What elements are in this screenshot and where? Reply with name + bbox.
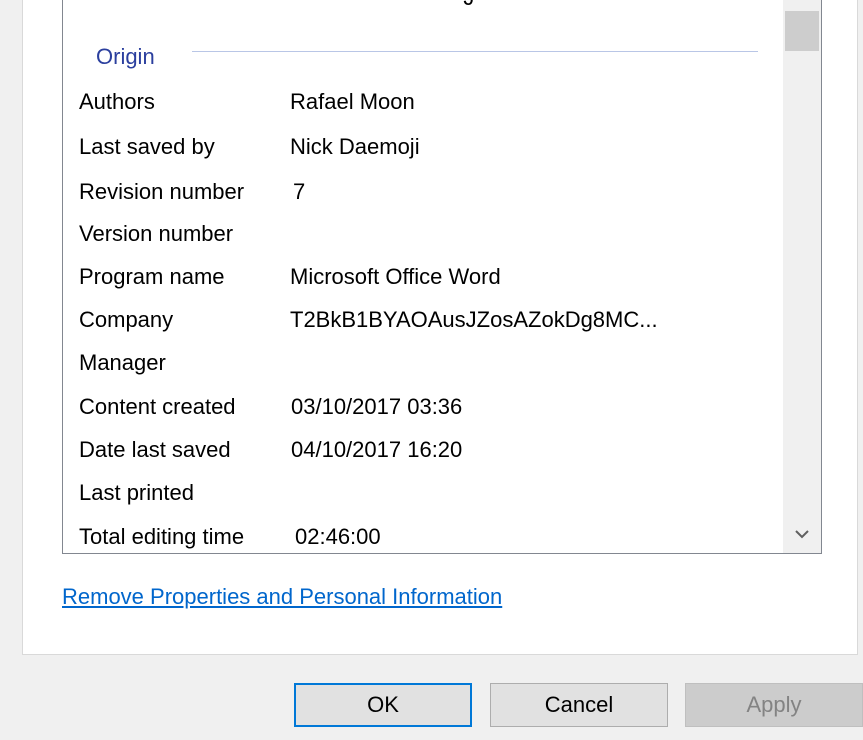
property-name: Version number — [79, 221, 234, 246]
property-row-version-number[interactable]: Version number — [79, 214, 769, 254]
property-value: T2BkB1BYAOAusJZosAZokDg8MC... — [290, 307, 658, 332]
apply-button[interactable]: Apply — [685, 683, 863, 727]
property-name: Revision number — [79, 179, 245, 204]
cancel-button[interactable]: Cancel — [490, 683, 668, 727]
property-value: 04/10/2017 16:20 — [291, 437, 463, 462]
vertical-scrollbar[interactable] — [783, 0, 821, 553]
property-row-revision-number[interactable]: Revision number 7 — [79, 172, 769, 212]
group-divider — [192, 51, 758, 52]
property-value: 02:46:00 — [295, 524, 381, 549]
property-name: Manager — [79, 350, 166, 375]
property-row-company[interactable]: Company T2BkB1BYAOAusJZosAZokDg8MC... — [79, 300, 769, 340]
partial-row-text: ' J — [453, 0, 474, 11]
property-name: Date last saved — [79, 437, 231, 462]
scrollbar-thumb[interactable] — [785, 11, 819, 51]
group-header-origin: Origin — [96, 42, 758, 72]
property-row-content-created[interactable]: Content created 03/10/2017 03:36 — [79, 387, 769, 427]
property-value: 03/10/2017 03:36 — [291, 394, 463, 419]
group-title: Origin — [96, 44, 155, 69]
property-row-date-last-saved[interactable]: Date last saved 04/10/2017 16:20 — [79, 430, 769, 470]
property-name: Authors — [79, 89, 155, 114]
property-name: Company — [79, 307, 174, 332]
property-name: Program name — [79, 264, 225, 289]
property-name: Content created — [79, 394, 236, 419]
property-value: 7 — [293, 179, 306, 204]
property-row-total-editing-time[interactable]: Total editing time 02:46:00 — [79, 517, 769, 553]
property-name: Last saved by — [79, 134, 215, 159]
property-name: Last printed — [79, 480, 194, 505]
chevron-down-icon[interactable] — [783, 517, 821, 551]
property-row-last-printed[interactable]: Last printed — [79, 473, 769, 513]
property-row-authors[interactable]: Authors Rafael Moon — [79, 82, 769, 122]
remove-properties-link[interactable]: Remove Properties and Personal Informati… — [62, 584, 502, 610]
ok-button[interactable]: OK — [294, 683, 472, 727]
details-list[interactable]: ' J Origin Authors Rafael Moon Last save… — [62, 0, 822, 554]
property-value: Rafael Moon — [290, 89, 415, 114]
property-row-manager[interactable]: Manager — [79, 343, 769, 383]
property-row-last-saved-by[interactable]: Last saved by Nick Daemoji — [79, 127, 769, 167]
property-value: Nick Daemoji — [290, 134, 420, 159]
property-name: Total editing time — [79, 524, 245, 549]
property-row-program-name[interactable]: Program name Microsoft Office Word — [79, 257, 769, 297]
property-value: Microsoft Office Word — [290, 264, 501, 289]
